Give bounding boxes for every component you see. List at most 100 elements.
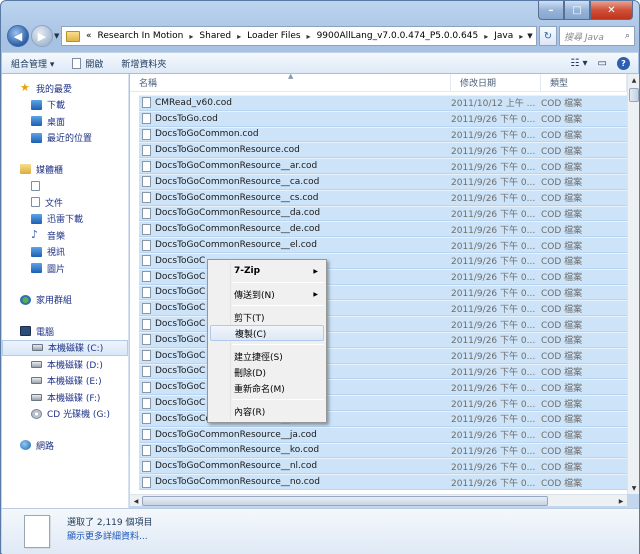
nav-music[interactable]: ♪ 音樂 <box>2 227 128 244</box>
menu-item-create-shortcut[interactable]: 建立捷徑(S) <box>210 348 324 364</box>
nav-network[interactable]: 網路 <box>2 437 128 454</box>
file-row[interactable]: DocsToGoCommonResource__de.cod 2011/9/26 … <box>139 221 627 238</box>
minimize-button[interactable]: – <box>538 1 564 20</box>
address-dropdown[interactable]: ▼ <box>523 26 537 46</box>
recent-places-icon <box>31 132 42 143</box>
show-more-details-link[interactable]: 顯示更多詳細資料... <box>67 529 148 542</box>
breadcrumb-separator[interactable]: ▸ <box>484 32 488 41</box>
star-icon: ★ <box>20 81 30 95</box>
back-button[interactable]: ◀ <box>7 25 29 47</box>
breadcrumb-separator[interactable]: ▸ <box>189 32 193 41</box>
view-options-icon[interactable]: ☷ ▾ <box>570 58 587 69</box>
breadcrumb-item[interactable]: Shared <box>199 31 231 41</box>
nav-libraries[interactable]: 媒體櫃 <box>2 161 128 178</box>
column-header-name[interactable]: ▲ 名稱 <box>130 74 451 91</box>
file-row[interactable]: DocsToGoCommonResource.cod 2011/9/26 下午 0… <box>139 142 627 159</box>
scroll-thumb[interactable] <box>629 88 639 102</box>
file-row[interactable]: DocsToGoCommonResource__nl.cod 2011/9/26 … <box>139 458 627 475</box>
column-header-type[interactable]: 類型 <box>541 74 627 91</box>
file-row[interactable]: DocsToGoCommonResource__cs.cod 2011/9/26 … <box>139 189 627 206</box>
menu-label: 刪除(D) <box>234 368 266 379</box>
cod-file-icon <box>142 113 151 125</box>
nav-drive-d[interactable]: 本機磁碟 (D:) <box>2 356 128 373</box>
file-type: COD 檔案 <box>541 115 583 126</box>
nav-documents[interactable]: 文件 <box>2 194 128 211</box>
nav-drive-c[interactable]: 本機磁碟 (C:) <box>2 339 128 356</box>
file-row[interactable]: DocsToGoCommonResource__ca.cod 2011/9/26 … <box>139 173 627 190</box>
open-button[interactable]: 開啟 <box>63 53 112 73</box>
file-name: DocsToGoCommonResource__de.cod <box>155 224 321 235</box>
nav-homegroup[interactable]: 家用群組 <box>2 292 128 309</box>
menu-item-delete[interactable]: 刪除(D) <box>210 364 324 380</box>
nav-thunder-downloads[interactable]: 迅雷下載 <box>2 211 128 228</box>
scroll-up-icon[interactable]: ▲ <box>628 74 640 86</box>
menu-item-cut[interactable]: 剪下(T) <box>210 309 324 325</box>
file-row[interactable]: DocsToGoCommonResource__el.cod 2011/9/26 … <box>139 237 627 253</box>
forward-button[interactable]: ▶ <box>31 25 53 47</box>
drive-icon <box>31 377 42 385</box>
menu-label: 7-Zip <box>234 266 261 276</box>
scroll-right-icon[interactable]: ▶ <box>615 495 627 507</box>
help-icon[interactable]: ? <box>617 56 630 70</box>
drive-icon <box>31 360 42 368</box>
close-button[interactable]: ✕ <box>590 1 633 20</box>
breadcrumb-item[interactable]: Research In Motion <box>98 31 184 41</box>
nav-library-item[interactable] <box>2 178 128 195</box>
nav-drive-e[interactable]: 本機磁碟 (E:) <box>2 373 128 390</box>
vertical-scrollbar[interactable]: ▲ ▼ <box>627 74 639 494</box>
video-icon <box>31 246 42 257</box>
address-bar[interactable]: « Research In Motion ▸ Shared ▸ Loader F… <box>61 26 537 46</box>
file-name: DocsToGo.cod <box>155 113 218 124</box>
menu-item-rename[interactable]: 重新命名(M) <box>210 380 324 396</box>
nav-favorites[interactable]: ★ 我的最愛 <box>2 80 128 97</box>
nav-drive-g[interactable]: CD 光碟機 (G:) <box>2 406 128 423</box>
file-row[interactable]: DocsToGoCommon.cod 2011/9/26 下午 0... COD 檔… <box>139 126 627 143</box>
nav-computer[interactable]: 電腦 <box>2 323 128 340</box>
search-placeholder: 搜尋 Java <box>564 32 604 43</box>
file-name: DocsToGoCommonResource__ja.cod <box>155 429 317 440</box>
nav-desktop[interactable]: 桌面 <box>2 113 128 130</box>
file-row[interactable]: DocsToGoCommonResource__ja.cod 2011/9/26 … <box>139 426 627 443</box>
horizontal-scrollbar[interactable]: ◀ ▶ <box>130 494 627 506</box>
file-name: DocsToGoC <box>155 382 206 393</box>
nav-downloads[interactable]: 下載 <box>2 97 128 114</box>
nav-recent[interactable]: 最近的位置 <box>2 130 128 147</box>
file-rows: CMRead_v60.cod 2011/10/12 上午 ... COD 檔案 Doc… <box>130 92 627 490</box>
nav-pictures[interactable]: 圖片 <box>2 260 128 277</box>
menu-item-copy[interactable]: 複製(C) <box>210 325 324 341</box>
refresh-button[interactable]: ↻ <box>539 26 557 46</box>
file-type: COD 檔案 <box>541 478 583 489</box>
menu-item-properties[interactable]: 內容(R) <box>210 403 324 419</box>
file-row[interactable]: DocsToGoCommonResource__no.cod 2011/9/26 … <box>139 474 627 490</box>
file-name: DocsToGoC <box>155 366 206 377</box>
breadcrumb-item[interactable]: Loader Files <box>247 31 300 41</box>
file-name-cell: DocsToGoCommonResource__el.cod <box>139 239 451 251</box>
file-name-cell: DocsToGoCommonResource__de.cod <box>139 223 451 235</box>
maximize-button[interactable]: □ <box>564 1 590 20</box>
file-date: 2011/9/26 下午 0... <box>451 383 536 394</box>
menu-item-7zip[interactable]: 7-Zip ▶ <box>210 263 324 279</box>
cod-file-icon <box>142 476 151 488</box>
recent-pages-dropdown[interactable]: ▼ <box>54 32 59 40</box>
file-row[interactable]: DocsToGo.cod 2011/9/26 下午 0... COD 檔案 <box>139 110 627 127</box>
breadcrumb-overflow[interactable]: « <box>86 31 92 41</box>
scroll-thumb[interactable] <box>142 496 548 506</box>
file-row[interactable]: DocsToGoCommonResource__ko.cod 2011/9/26 … <box>139 442 627 459</box>
search-input[interactable]: 搜尋 Java ⌕ <box>559 26 635 46</box>
nav-drive-f[interactable]: 本機磁碟 (F:) <box>2 389 128 406</box>
file-row[interactable]: DocsToGoCommonResource__ar.cod 2011/9/26 … <box>139 158 627 174</box>
breadcrumb-item[interactable]: 9900AllLang_v7.0.0.474_P5.0.0.645 <box>317 31 479 41</box>
menu-item-send-to[interactable]: 傳送到(N) ▶ <box>210 286 324 302</box>
scroll-down-icon[interactable]: ▼ <box>628 482 640 494</box>
nav-videos[interactable]: 視訊 <box>2 244 128 261</box>
new-folder-button[interactable]: 新增資料夾 <box>112 53 175 73</box>
file-row[interactable]: DocsToGoCommonResource__da.cod 2011/9/26 … <box>139 205 627 222</box>
preview-pane-icon[interactable]: ▭ <box>598 58 607 69</box>
scroll-left-icon[interactable]: ◀ <box>130 495 142 507</box>
breadcrumb-item[interactable]: Java <box>494 31 513 41</box>
file-row[interactable]: CMRead_v60.cod 2011/10/12 上午 ... COD 檔案 <box>139 95 627 111</box>
organize-button[interactable]: 組合管理 ▾ <box>2 53 63 73</box>
column-header-date[interactable]: 修改日期 <box>451 74 541 91</box>
breadcrumb-separator[interactable]: ▸ <box>237 32 241 41</box>
breadcrumb-separator[interactable]: ▸ <box>307 32 311 41</box>
